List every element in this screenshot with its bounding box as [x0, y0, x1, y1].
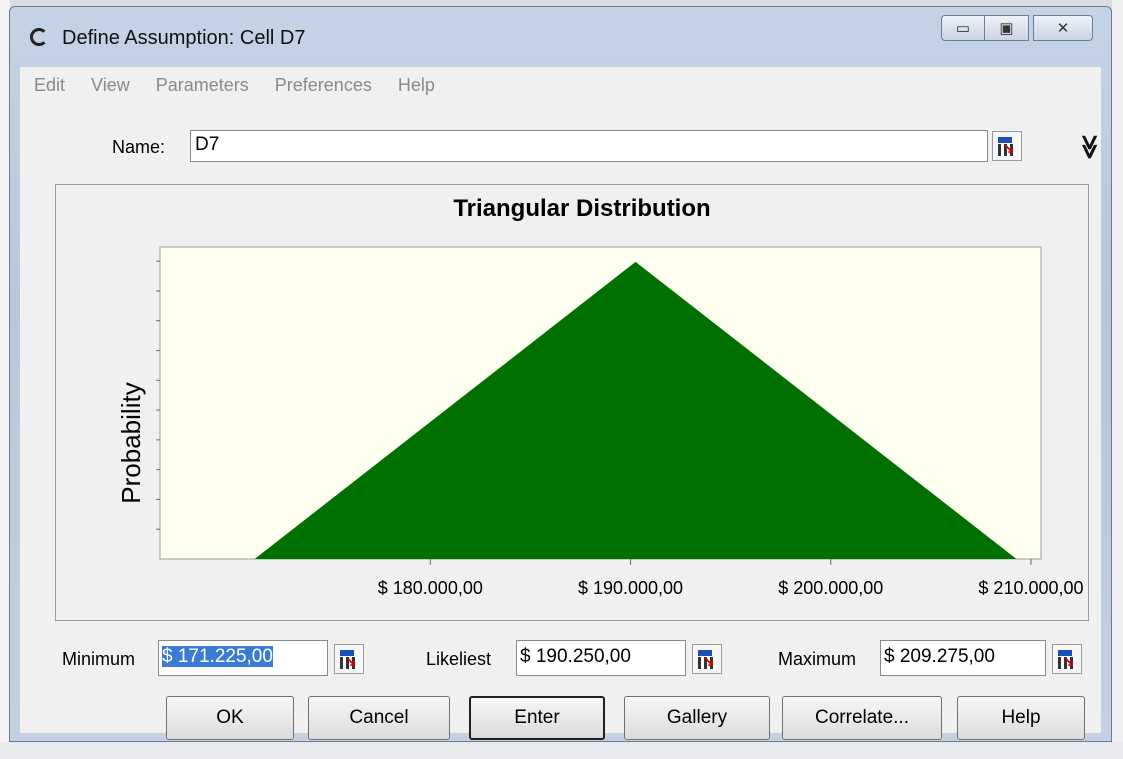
menu-help[interactable]: Help	[398, 75, 435, 96]
menu-parameters[interactable]: Parameters	[156, 75, 249, 96]
background-sheet-bottom	[0, 742, 1123, 759]
gallery-button[interactable]: Gallery	[624, 696, 770, 740]
menu-preferences[interactable]: Preferences	[275, 75, 372, 96]
likeliest-cell-reference-icon[interactable]: ↘	[692, 644, 722, 674]
likeliest-value: $ 190.250,00	[520, 646, 631, 667]
maximize-button[interactable]: ▣	[985, 15, 1029, 41]
name-cell-reference-icon[interactable]: ↘	[992, 131, 1022, 161]
dialog-body: Name: D7 ↘ ≫ Triangular Distribution Pro…	[20, 103, 1103, 740]
maximum-value: $ 209.275,00	[884, 646, 995, 667]
close-icon: ✕	[1056, 20, 1070, 37]
x-axis-tick-label: $ 200.000,00	[778, 578, 883, 598]
x-axis-tick-label: $ 180.000,00	[378, 578, 483, 598]
minimum-value: $ 171.225,00	[162, 646, 273, 667]
minimize-button[interactable]: ▭	[941, 15, 985, 41]
likeliest-label: Likeliest	[426, 649, 492, 669]
minimize-icon: ▭	[955, 20, 971, 37]
y-axis-label: Probability	[116, 382, 146, 503]
x-axis-tick-label: $ 210.000,00	[978, 578, 1083, 598]
enter-button[interactable]: Enter	[469, 696, 605, 740]
window-controls: ▭ ▣ ✕	[941, 15, 1093, 41]
background-sheet-right	[1112, 0, 1123, 759]
name-input[interactable]: D7	[190, 130, 988, 162]
chart-title: Triangular Distribution	[453, 195, 710, 222]
title-bar[interactable]: Define Assumption: Cell D7 ▭ ▣ ✕	[10, 7, 1111, 65]
crystal-ball-icon	[30, 28, 48, 46]
maximum-cell-reference-icon[interactable]: ↘	[1052, 644, 1082, 674]
expand-chevron-icon[interactable]: ≫	[1065, 134, 1103, 160]
menu-view[interactable]: View	[91, 75, 130, 96]
minimum-input[interactable]: $ 171.225,00	[158, 640, 328, 676]
help-button[interactable]: Help	[957, 696, 1085, 740]
ok-button[interactable]: OK	[166, 696, 294, 740]
x-axis-tick-label: $ 190.000,00	[578, 578, 683, 598]
minimum-cell-reference-icon[interactable]: ↘	[334, 644, 364, 674]
maximize-icon: ▣	[999, 20, 1014, 37]
close-button[interactable]: ✕	[1033, 15, 1093, 41]
maximum-label: Maximum	[778, 649, 857, 669]
define-assumption-dialog: Define Assumption: Cell D7 ▭ ▣ ✕ Edit Vi…	[9, 6, 1112, 742]
name-label: Name:	[112, 137, 166, 157]
correlate-button[interactable]: Correlate...	[782, 696, 942, 740]
window-title: Define Assumption: Cell D7	[62, 27, 306, 49]
cancel-button[interactable]: Cancel	[308, 696, 450, 740]
minimum-label: Minimum	[62, 649, 136, 669]
menu-bar: Edit View Parameters Preferences Help	[20, 67, 1101, 104]
distribution-chart: Triangular Distribution Probability $ 18…	[116, 195, 1084, 598]
maximum-input[interactable]: $ 209.275,00	[880, 640, 1046, 676]
distribution-chart-panel: Triangular Distribution Probability $ 18…	[55, 184, 1089, 621]
menu-edit[interactable]: Edit	[34, 75, 65, 96]
likeliest-input[interactable]: $ 190.250,00	[516, 640, 686, 676]
